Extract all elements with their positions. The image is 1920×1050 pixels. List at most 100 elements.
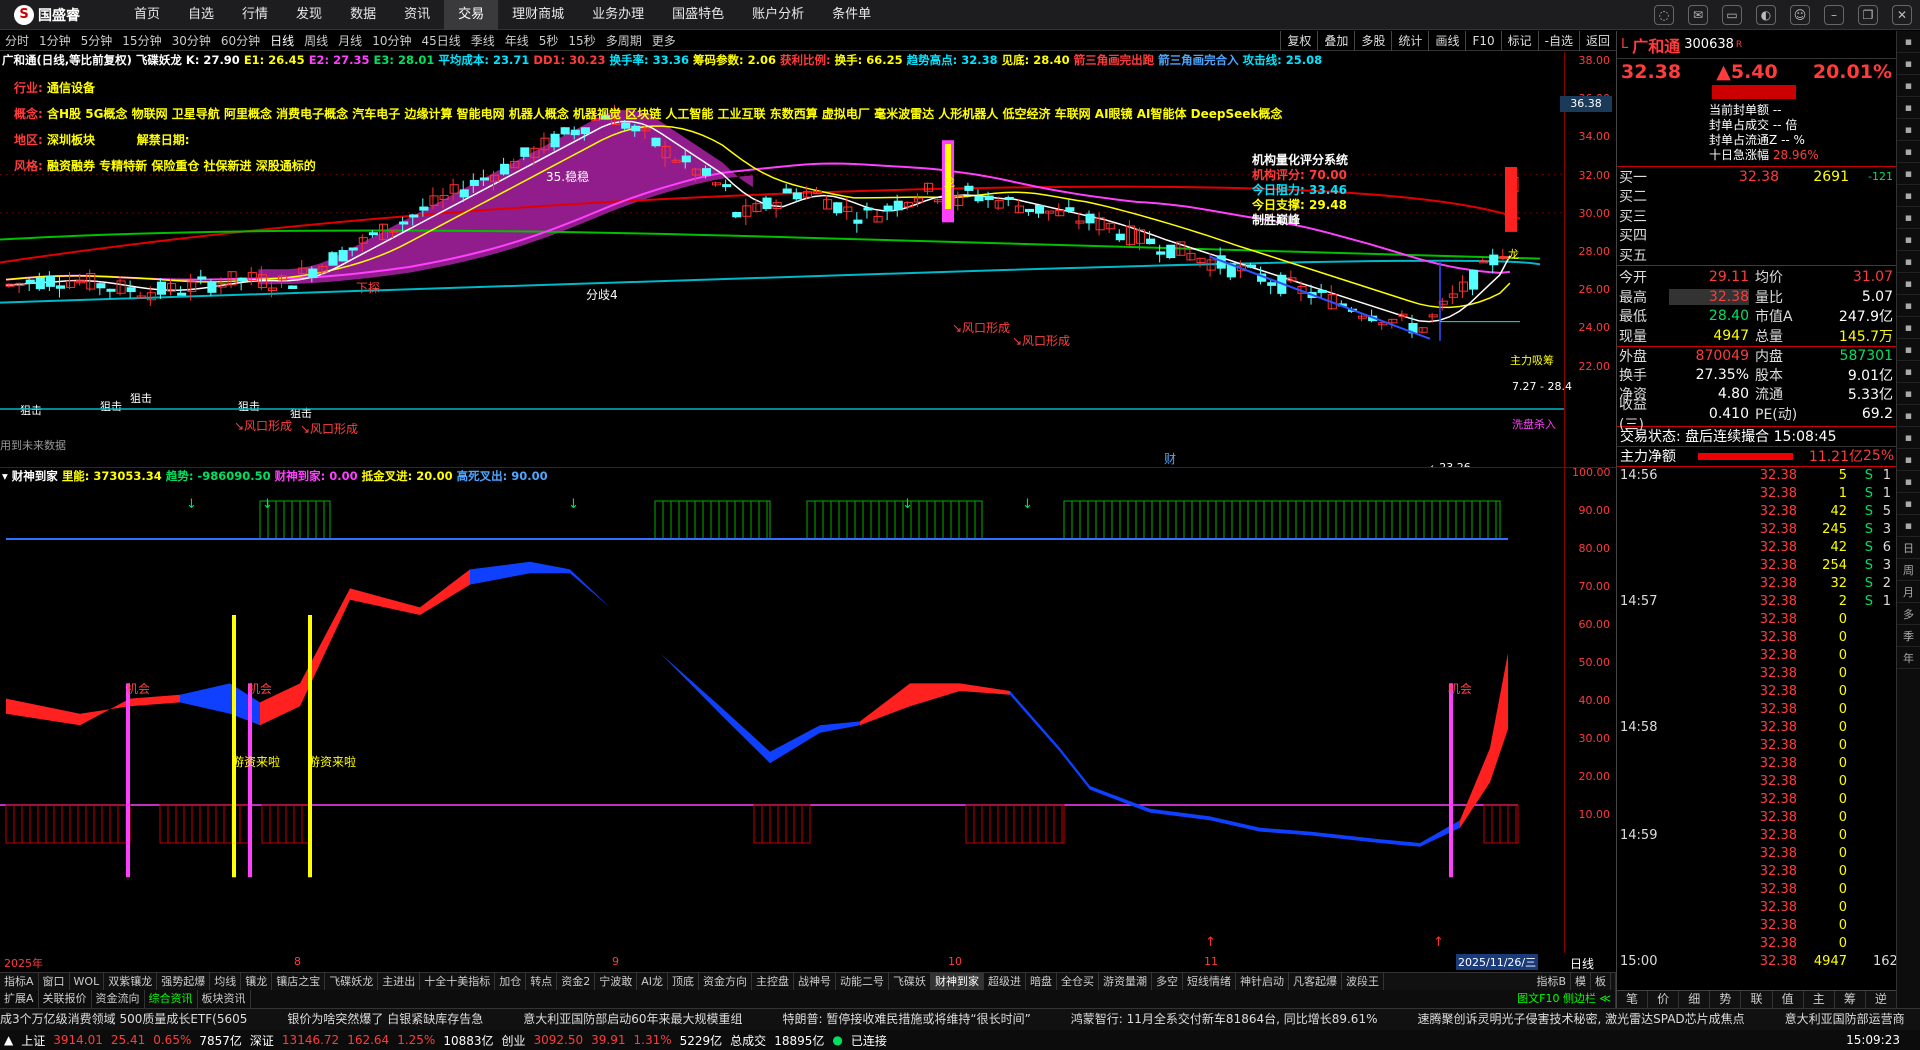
period-indicator[interactable]: 日线 xyxy=(1570,955,1594,972)
side-period[interactable]: 季 xyxy=(1897,625,1920,647)
menu-item[interactable]: 数据 xyxy=(336,0,390,30)
flow-icon[interactable]: ▪ xyxy=(1897,339,1920,361)
fund-icon[interactable]: ▪ xyxy=(1897,317,1920,339)
period-tab[interactable]: 季线 xyxy=(466,32,500,49)
info-tab[interactable]: 扩展A xyxy=(0,990,39,1008)
toolbar-button[interactable]: F10 xyxy=(1465,31,1500,51)
logo-icon[interactable]: ▪ xyxy=(1897,31,1920,53)
star-icon[interactable]: ▪ xyxy=(1897,207,1920,229)
indicator-tab[interactable]: 均线 xyxy=(210,973,242,990)
screen-icon[interactable]: ▭ xyxy=(1722,5,1742,25)
info-tab[interactable]: 资金流向 xyxy=(92,990,145,1008)
note-icon[interactable]: ▪ xyxy=(1897,361,1920,383)
close-icon[interactable]: ✕ xyxy=(1892,5,1912,25)
panel-tab[interactable]: 价 xyxy=(1648,991,1680,1008)
indicator-tab[interactable]: 全仓买 xyxy=(1057,973,1099,990)
logo[interactable]: S 国盛睿 xyxy=(0,0,120,30)
cy-label[interactable]: 创业 xyxy=(502,1032,526,1049)
period-tab[interactable]: 10分钟 xyxy=(367,32,416,49)
orderbook-row[interactable]: 买二 xyxy=(1617,187,1896,207)
indicator-tab[interactable]: WOL xyxy=(70,973,105,990)
orderbook-row[interactable]: 买三 xyxy=(1617,206,1896,226)
indicator-tab[interactable]: 强势起爆 xyxy=(157,973,211,990)
toolbar-button[interactable]: 复权 xyxy=(1280,31,1317,51)
toolbar-button[interactable]: 标记 xyxy=(1500,31,1538,51)
indicator-tab[interactable]: 十全十美指标 xyxy=(420,973,496,990)
indicator-tab[interactable]: AI龙 xyxy=(637,973,668,990)
indicator-tab[interactable]: 神针启动 xyxy=(1236,973,1289,990)
help-icon[interactable]: ▪ xyxy=(1897,405,1920,427)
calc-icon[interactable]: ▪ xyxy=(1897,273,1920,295)
side-period[interactable]: 周 xyxy=(1897,559,1920,581)
period-tab[interactable]: 30分钟 xyxy=(167,32,216,49)
indicator-tab[interactable]: 波段王 xyxy=(1342,973,1384,990)
table-icon[interactable]: ▪ xyxy=(1897,163,1920,185)
mail-icon[interactable]: ✉ xyxy=(1688,5,1708,25)
toolbar-button[interactable]: 画线 xyxy=(1428,31,1465,51)
news-item[interactable]: 速腾聚创诉灵明光子侵害技术秘密, 激光雷达SPAD芯片成焦点 xyxy=(1417,1012,1744,1026)
filter-icon[interactable]: ▪ xyxy=(1897,295,1920,317)
period-tab[interactable]: 45日线 xyxy=(416,32,465,49)
menu-item[interactable]: 发现 xyxy=(282,0,336,30)
side-period[interactable]: 多 xyxy=(1897,603,1920,625)
sub-indicator-chart[interactable]: 机会 机会 机会 游资来啦 游资来啦 ↓ ↓ ↓ ↓ ↓ ↑ ↑ ▾ 财神到家 里能: 373053.… xyxy=(0,466,1616,972)
side-period[interactable]: 日 xyxy=(1897,537,1920,559)
layout-icon[interactable]: ▪ xyxy=(1897,53,1920,75)
restore-icon[interactable]: ❐ xyxy=(1858,5,1878,25)
indicator-tab[interactable]: 加仓 xyxy=(495,973,527,990)
menu-item[interactable]: 交易 xyxy=(444,0,499,30)
tick-list[interactable]: 14:56 32.38 5 S 1 32.38 1 S 1 32.38 42 S 5 32.38 245 S 3… xyxy=(1617,465,1898,971)
period-tab[interactable]: 更多 xyxy=(647,32,681,49)
sub-indicator-name[interactable]: 财神到家 xyxy=(12,469,58,483)
menu-item[interactable]: 自选 xyxy=(174,0,228,30)
indicator-tab[interactable]: 多空 xyxy=(1152,973,1183,990)
back-icon[interactable]: L xyxy=(1621,37,1628,52)
toolbar-button[interactable]: 返回 xyxy=(1578,31,1616,51)
indicator-tab[interactable]: 短线情绪 xyxy=(1183,973,1236,990)
doc-icon[interactable]: ▪ xyxy=(1897,251,1920,273)
indicator-tab[interactable]: 超级进 xyxy=(984,973,1026,990)
panel-tab[interactable]: 联 xyxy=(1741,991,1773,1008)
tool-icon[interactable]: ▪ xyxy=(1897,185,1920,207)
indicator-tab[interactable]: 顶底 xyxy=(668,973,699,990)
indicator-tab-b[interactable]: 模 xyxy=(1571,973,1591,990)
indicator-tab[interactable]: 暗盘 xyxy=(1026,973,1057,990)
indicator-name[interactable]: 飞碟妖龙 xyxy=(136,53,182,67)
indicator-tab[interactable]: 指标A xyxy=(0,973,39,990)
indicator-tab[interactable]: 镶龙 xyxy=(241,973,273,990)
search-icon[interactable]: ▪ xyxy=(1897,427,1920,449)
indicator-tab[interactable]: 宁波敢 xyxy=(595,973,638,990)
panel-tab[interactable]: 主 xyxy=(1804,991,1835,1008)
menu-item[interactable]: 条件单 xyxy=(818,0,885,30)
panel-tab[interactable]: 筹 xyxy=(1835,991,1866,1008)
panel-tab[interactable]: 细 xyxy=(1679,991,1711,1008)
toolbar-button[interactable]: 叠加 xyxy=(1317,31,1354,51)
news-item[interactable]: 意大利亚国防部启动60年来最大规模重组 xyxy=(523,1012,742,1026)
indicator-tab[interactable]: 飞碟妖 xyxy=(889,973,931,990)
toolbar-button[interactable]: -自选 xyxy=(1537,31,1579,51)
info-tab[interactable]: 关联报价 xyxy=(39,990,92,1008)
info-tab[interactable]: 板块资讯 xyxy=(198,990,251,1008)
side-period[interactable]: 月 xyxy=(1897,581,1920,603)
indicator-tab[interactable]: 战神号 xyxy=(794,973,836,990)
indicator-tab[interactable]: 镶店之宝 xyxy=(272,973,326,990)
menu-item[interactable]: 国盛特色 xyxy=(658,0,738,30)
period-tab[interactable]: 5秒 xyxy=(534,32,564,49)
orderbook-row[interactable]: 买一 32.38 2691 -121 xyxy=(1617,167,1896,187)
more-icon[interactable]: ▪ xyxy=(1897,471,1920,493)
menu-item[interactable]: 账户分析 xyxy=(738,0,818,30)
indicator-tab[interactable]: 凡客起爆 xyxy=(1289,973,1342,990)
indicator-tab[interactable]: 飞碟妖龙 xyxy=(325,973,379,990)
indicator-tab[interactable]: 资金2 xyxy=(557,973,596,990)
kline-chart[interactable]: 下探 分歧4 ↘风口形成 ↘风口形成 ↘风口形成 ↘风口形成 35.稳稳 主力吸筹 7.27 -… xyxy=(0,52,1616,467)
indicator-tab[interactable]: 主控盘 xyxy=(752,973,794,990)
news-item[interactable]: 特朗普: 暂停接收难民措施或将维持“很长时间” xyxy=(783,1012,1031,1026)
menu-item[interactable]: 首页 xyxy=(120,0,174,30)
indicator-tab[interactable]: 窗口 xyxy=(39,973,70,990)
skin-icon[interactable]: ◐ xyxy=(1756,5,1776,25)
menu-item[interactable]: 理财商城 xyxy=(498,0,578,30)
panel-tab[interactable]: 笔 xyxy=(1617,991,1649,1008)
period-tab[interactable]: 月线 xyxy=(333,32,367,49)
period-tab[interactable]: 年线 xyxy=(500,32,534,49)
info-tab[interactable]: 综合资讯 xyxy=(145,990,198,1008)
